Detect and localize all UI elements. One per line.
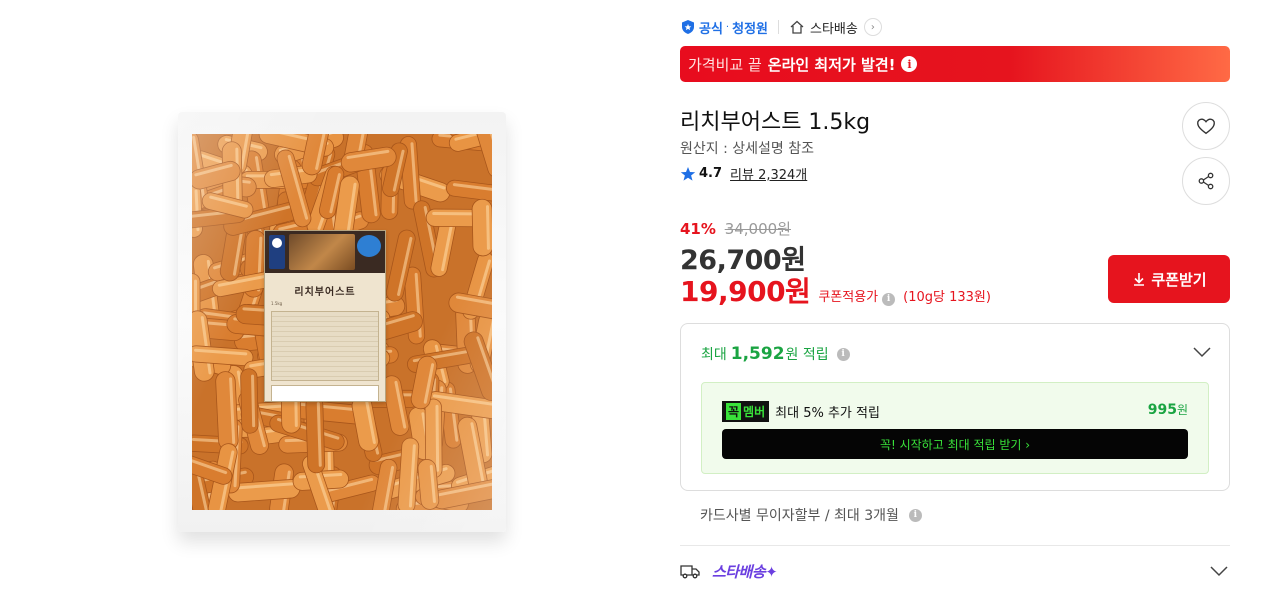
reward-unit: 원 적립 (785, 347, 829, 363)
chevron-down-icon[interactable] (1193, 346, 1211, 358)
member-badge-b: 멤버 (743, 405, 766, 419)
original-price: 34,000원 (724, 220, 791, 238)
member-amount-value: 995 (1147, 402, 1177, 418)
promo-bold-text: 온라인 최저가 발견! (767, 55, 896, 74)
truck-icon (680, 565, 700, 579)
official-shield-icon (682, 20, 694, 34)
brand-name-link[interactable]: 청정원 (732, 18, 768, 37)
chevron-right-icon[interactable]: › (863, 18, 882, 36)
label-title: 리치부어스트 (294, 287, 356, 298)
product-image[interactable]: 리치부어스트 1.5kg (178, 112, 506, 532)
rating-value: 4.7 (699, 166, 723, 181)
download-icon (1134, 273, 1145, 286)
brand-row: 공식 · 청정원 스타배송 › (680, 16, 882, 38)
share-icon (1198, 172, 1214, 190)
official-label[interactable]: 공식 (699, 18, 723, 37)
divider (778, 20, 779, 34)
brand-logo (269, 235, 285, 269)
divider (680, 545, 1230, 546)
card-installment-row: 카드사별 무이자할부 / 최대 3개월 i (700, 505, 922, 525)
reward-box: 최대 1,592 원 적립 i 꼭 멤버 최대 5% 추가 적립 995원 꼭!… (680, 323, 1230, 491)
reward-amount: 1,592 (730, 344, 785, 364)
rating-row: 4.7 리뷰 2,324개 (680, 164, 807, 183)
get-coupon-button[interactable]: 쿠폰받기 (1108, 255, 1230, 303)
member-amount-unit: 원 (1176, 403, 1188, 417)
label-weight: 1.5kg (271, 301, 283, 306)
promo-light-text: 가격비교 끝 (688, 55, 762, 74)
lowest-price-banner[interactable]: 가격비교 끝 온라인 최저가 발견! i (680, 46, 1230, 82)
brand-separator: · (725, 21, 730, 33)
coupon-price-row: 19,900원 쿠폰적용가 i (10g당 133원) (680, 270, 991, 310)
store-link[interactable]: 스타배송 (810, 18, 858, 37)
info-icon[interactable]: i (901, 56, 918, 72)
store-home-icon (790, 20, 804, 34)
delivery-row[interactable]: 스타배송✦ (680, 558, 1230, 584)
member-badge-a: 꼭 (726, 403, 742, 420)
share-button[interactable] (1182, 157, 1230, 205)
chevron-down-icon[interactable] (1210, 565, 1228, 577)
frozen-badge-icon (357, 235, 381, 257)
member-cta-button[interactable]: 꼭! 시작하고 최대 적립 받기 › (722, 429, 1188, 459)
label-footer (271, 385, 379, 401)
info-icon[interactable]: i (908, 508, 922, 522)
discount-rate: 41% (680, 220, 716, 238)
label-header (265, 231, 385, 273)
star-icon (680, 166, 696, 181)
heart-icon (1197, 118, 1215, 135)
member-benefit-box: 꼭 멤버 최대 5% 추가 적립 995원 꼭! 시작하고 최대 적립 받기 › (701, 382, 1209, 474)
member-row: 꼭 멤버 최대 5% 추가 적립 (722, 401, 880, 422)
info-icon[interactable]: i (882, 292, 896, 306)
coupon-price: 19,900원 (680, 275, 811, 308)
product-title: 리치부어스트 1.5kg (680, 110, 871, 135)
member-badge: 꼭 멤버 (722, 401, 770, 422)
reward-header[interactable]: 최대 1,592 원 적립 i (701, 344, 850, 364)
star-delivery-logo: 스타배송✦ (712, 562, 778, 581)
wishlist-button[interactable] (1182, 102, 1230, 150)
package-label: 리치부어스트 1.5kg (264, 230, 386, 402)
label-nutrition-table (271, 311, 379, 381)
discount-row: 41% 34,000원 (680, 218, 791, 239)
label-photo (289, 234, 355, 270)
coupon-button-label: 쿠폰받기 (1151, 270, 1207, 289)
origin-text: 원산지 : 상세설명 참조 (680, 141, 814, 157)
reward-max-label: 최대 (701, 347, 727, 363)
info-icon[interactable]: i (836, 347, 850, 361)
product-image-area: 리치부어스트 1.5kg (0, 0, 680, 590)
coupon-applied-label: 쿠폰적용가 (818, 290, 879, 305)
review-count-link[interactable]: 리뷰 2,324개 (730, 164, 807, 183)
member-amount: 995원 (1148, 401, 1188, 418)
card-installment-text: 카드사별 무이자할부 / 최대 3개월 (700, 508, 899, 524)
member-text: 최대 5% 추가 적립 (775, 406, 880, 421)
unit-price: (10g당 133원) (903, 290, 991, 305)
